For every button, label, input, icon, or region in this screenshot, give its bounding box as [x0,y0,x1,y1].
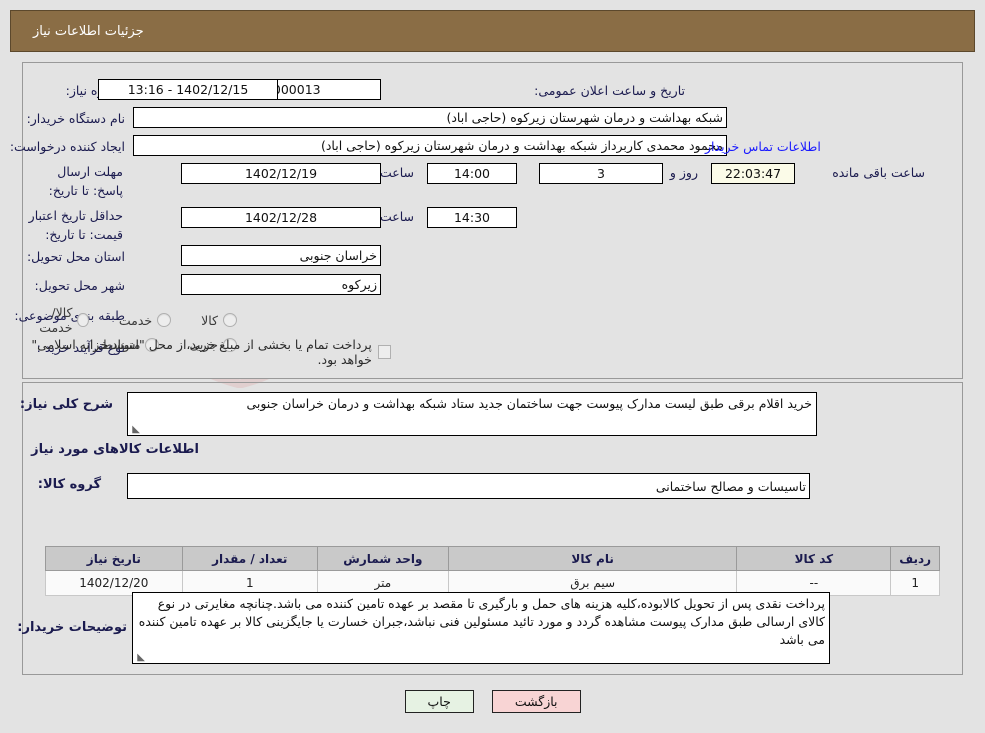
resize-grip-icon[interactable]: ◣ [130,425,140,435]
buyer-contact-link[interactable]: اطلاعات تماس خریدار [705,139,821,154]
buyer-org-label: نام دستگاه خریدار: [26,111,125,126]
buyer-notes-label: توضیحات خریدار: [17,620,127,635]
need-summary-textarea[interactable]: خرید اقلام برقی طبق لیست مدارک پیوست جهت… [127,392,817,436]
category-option-label: خدمت [118,312,153,328]
goods-table: ردیف کد کالا نام کالا واحد شمارش تعداد /… [45,546,940,596]
buyer-org-value: شبکه بهداشت و درمان شهرستان زیرکوه (حاجی… [133,107,727,128]
price-validity-date: 1402/12/28 [181,207,381,228]
category-radio-goods-service[interactable]: کالا/خدمت [30,305,89,335]
announce-datetime-value: 1402/12/15 - 13:16 [98,79,278,100]
back-button[interactable]: بازگشت [491,690,581,713]
price-validity-hour: 14:30 [427,207,517,228]
row-buyer-org: نام دستگاه خریدار: [27,108,125,130]
buyer-notes-textarea[interactable]: پرداخت نقدی پس از تحویل کالابوده،کلیه هز… [132,592,830,664]
response-deadline-hour-label: ساعت [379,165,414,180]
row-requester: ایجاد کننده درخواست: [10,136,125,158]
print-button[interactable]: چاپ [404,690,474,713]
requester-label: ایجاد کننده درخواست: [9,139,125,154]
col-unit: واحد شمارش [316,546,449,571]
remaining-days-value: 3 [539,163,663,184]
category-option-label: کالا/خدمت [39,305,73,335]
page-title: جزئیات اطلاعات نیاز [33,23,144,39]
col-row: ردیف [890,546,940,571]
cell-row: 1 [890,570,940,596]
radio-circle-icon [77,313,89,327]
product-group-value[interactable]: تاسیسات و مصالح ساختمانی [127,473,810,499]
need-summary-label: شرح کلی نیاز: [19,397,113,412]
treasury-bond-label: پرداخت تمام یا بخشی از مبلغ خرید،از محل … [31,337,372,367]
checkbox-square-icon [377,345,391,359]
resize-grip-icon[interactable]: ◣ [135,653,145,663]
price-validity-label: حداقل تاریخ اعتبار قیمت: تا تاریخ: [28,208,123,242]
col-need-date: تاریخ نیاز [45,546,183,571]
row-province: استان محل تحویل: [27,246,125,268]
remaining-days-label: روز و [669,165,698,180]
treasury-bond-checkbox[interactable]: پرداخت تمام یا بخشی از مبلغ خرید،از محل … [0,337,391,367]
category-radio-goods[interactable]: کالا [201,313,237,328]
category-radio-service[interactable]: خدمت [118,312,172,328]
page-title-bar: جزئیات اطلاعات نیاز [10,10,975,52]
radio-circle-icon [223,313,237,327]
radio-circle-icon [157,313,172,327]
city-label: شهر محل تحویل: [34,278,125,293]
city-value: زیرکوه [181,274,381,295]
announce-datetime-label: تاریخ و ساعت اعلان عمومی: [534,83,685,98]
product-group-label: گروه کالا: [37,477,101,492]
row-announce-datetime: تاریخ و ساعت اعلان عمومی: [534,80,685,102]
action-button-row: بازگشت چاپ [0,690,985,713]
remaining-countdown-timer: 22:03:47 [711,163,795,184]
category-option-label: کالا [201,312,218,328]
col-qty: تعداد / مقدار [181,546,318,571]
price-validity-label-wrap: حداقل تاریخ اعتبار قیمت: تا تاریخ: [23,205,123,243]
need-summary-value: خرید اقلام برقی طبق لیست مدارک پیوست جهت… [246,396,812,411]
table-header-row: ردیف کد کالا نام کالا واحد شمارش تعداد /… [45,546,940,571]
col-name: نام کالا [447,546,738,571]
province-value: خراسان جنوبی [181,245,381,266]
col-code: کد کالا [736,546,892,571]
response-deadline-label-wrap: مهلت ارسال پاسخ: تا تاریخ: [27,161,123,199]
province-label: استان محل تحویل: [26,249,125,264]
price-validity-hour-label: ساعت [379,209,414,224]
response-deadline-hour: 14:00 [427,163,517,184]
category-radio-group[interactable]: کالا خدمت کالا/خدمت [0,305,237,335]
row-city: شهر محل تحویل: [35,275,125,297]
remaining-suffix-label: ساعت باقی مانده [832,165,925,180]
buyer-notes-value: پرداخت نقدی پس از تحویل کالابوده،کلیه هز… [138,596,825,647]
goods-section-heading: اطلاعات کالاهای مورد نیاز [31,442,199,457]
response-deadline-label: مهلت ارسال پاسخ: تا تاریخ: [48,164,123,198]
requester-value: محمود محمدی کاربرداز شبکه بهداشت و درمان… [133,135,727,156]
response-deadline-date: 1402/12/19 [181,163,381,184]
